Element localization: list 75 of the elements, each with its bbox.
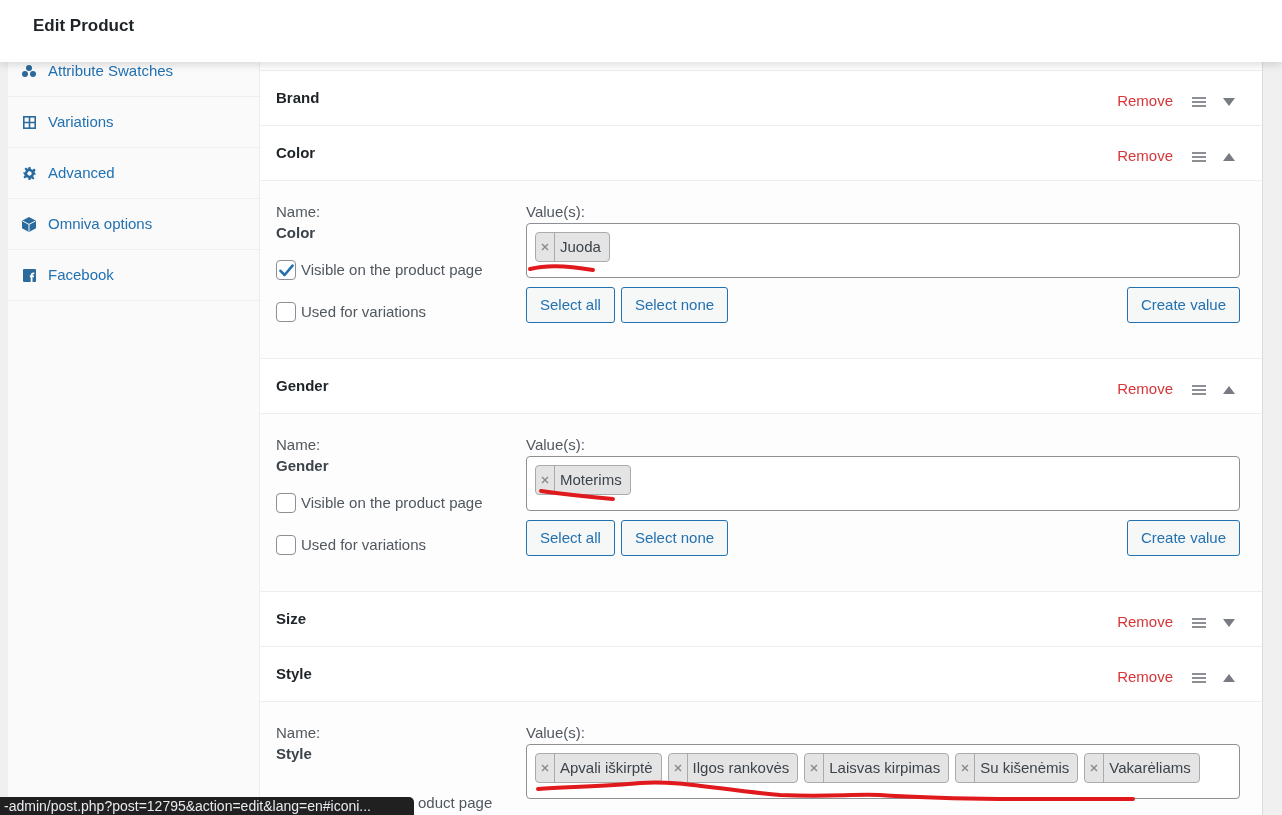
values-label: Value(s): (526, 202, 586, 222)
values-label: Value(s): (526, 723, 586, 743)
values-field[interactable]: Juoda (526, 223, 1240, 278)
status-bar-url: -admin/post.php?post=12795&action=edit&lang=en#iconi... (0, 797, 414, 815)
dots-icon (22, 65, 36, 77)
checkmark-icon (278, 263, 294, 277)
attribute-name: Gender (276, 456, 330, 476)
attribute-name: Color (276, 223, 317, 243)
close-icon[interactable] (810, 764, 819, 772)
sidebar-item[interactable]: Variations (8, 97, 259, 148)
settings-icon (22, 166, 36, 180)
drag-handle-icon[interactable] (1192, 96, 1206, 107)
value-tag[interactable]: Apvali iškirptė (535, 753, 662, 783)
page-title: Edit Product (33, 16, 135, 35)
create-value-button[interactable]: Create value (1126, 520, 1240, 556)
value-tag[interactable]: Juoda (535, 232, 610, 262)
name-label: Name: (276, 202, 322, 222)
checkbox-label: Used for variations (301, 301, 427, 322)
remove-link[interactable]: Remove (1117, 378, 1173, 401)
remove-link[interactable]: Remove (1117, 145, 1173, 168)
close-icon[interactable] (541, 243, 549, 251)
create-value-button[interactable]: Create value (1126, 287, 1240, 323)
attribute-title: Size (276, 608, 307, 629)
attribute-title: Gender (276, 375, 330, 396)
sidebar-item[interactable]: Attribute Swatches (8, 62, 259, 97)
value-tag[interactable]: Ilgos rankovės (667, 753, 799, 783)
attribute-title: Color (276, 142, 317, 163)
select-all-button[interactable]: Select all (526, 520, 615, 556)
value-tag[interactable]: Laisvas kirpimas (804, 753, 950, 783)
close-icon[interactable] (541, 476, 549, 484)
close-icon[interactable] (673, 764, 682, 772)
checkbox-label: Used for variations (301, 534, 427, 555)
name-label: Name: (276, 723, 322, 743)
grid-icon (22, 115, 36, 129)
attribute-title: Style (276, 663, 313, 684)
remove-link[interactable]: Remove (1117, 90, 1173, 113)
select-none-button[interactable]: Select none (620, 520, 729, 556)
drag-handle-icon[interactable] (1192, 672, 1206, 683)
checkbox[interactable] (276, 493, 296, 513)
facebook-icon (22, 268, 36, 282)
caret-down-icon[interactable] (1223, 618, 1235, 627)
value-tag[interactable]: Moterims (535, 465, 631, 495)
checkbox-label: oduct page (418, 794, 493, 812)
cube-icon (22, 216, 36, 232)
hand-drawn-underline (528, 264, 595, 272)
remove-link[interactable]: Remove (1117, 666, 1173, 689)
caret-up-icon[interactable] (1223, 673, 1235, 682)
attribute-title: Brand (276, 87, 321, 108)
value-tag[interactable]: Vakarėliams (1084, 753, 1200, 783)
sidebar-item[interactable]: Omniva options (8, 199, 259, 250)
caret-up-icon[interactable] (1223, 385, 1235, 394)
values-label: Value(s): (526, 435, 586, 455)
drag-handle-icon[interactable] (1192, 384, 1206, 395)
checkbox[interactable] (276, 535, 296, 555)
checkbox[interactable] (276, 260, 296, 280)
values-field[interactable]: Apvali iškirptė Ilgos rankovės Laisvas kirpimas Su kišenėmis Vakarėliams (526, 744, 1240, 799)
drag-handle-icon[interactable] (1192, 151, 1206, 162)
attribute-name: Style (276, 744, 313, 764)
remove-link[interactable]: Remove (1117, 611, 1173, 634)
checkbox-label: Visible on the product page (301, 259, 483, 280)
caret-down-icon[interactable] (1223, 97, 1235, 106)
caret-up-icon[interactable] (1223, 152, 1235, 161)
sidebar-item[interactable]: Facebook (8, 250, 259, 301)
checkbox[interactable] (276, 302, 296, 322)
value-tag[interactable]: Su kišenėmis (955, 753, 1079, 783)
select-none-button[interactable]: Select none (620, 287, 729, 323)
close-icon[interactable] (541, 764, 549, 772)
select-all-button[interactable]: Select all (526, 287, 615, 323)
name-label: Name: (276, 435, 322, 455)
close-icon[interactable] (1090, 764, 1099, 772)
drag-handle-icon[interactable] (1192, 617, 1206, 628)
close-icon[interactable] (961, 764, 970, 772)
checkbox-label: Visible on the product page (301, 492, 483, 513)
values-field[interactable]: Moterims (526, 456, 1240, 511)
sidebar-item[interactable]: Advanced (8, 148, 259, 199)
